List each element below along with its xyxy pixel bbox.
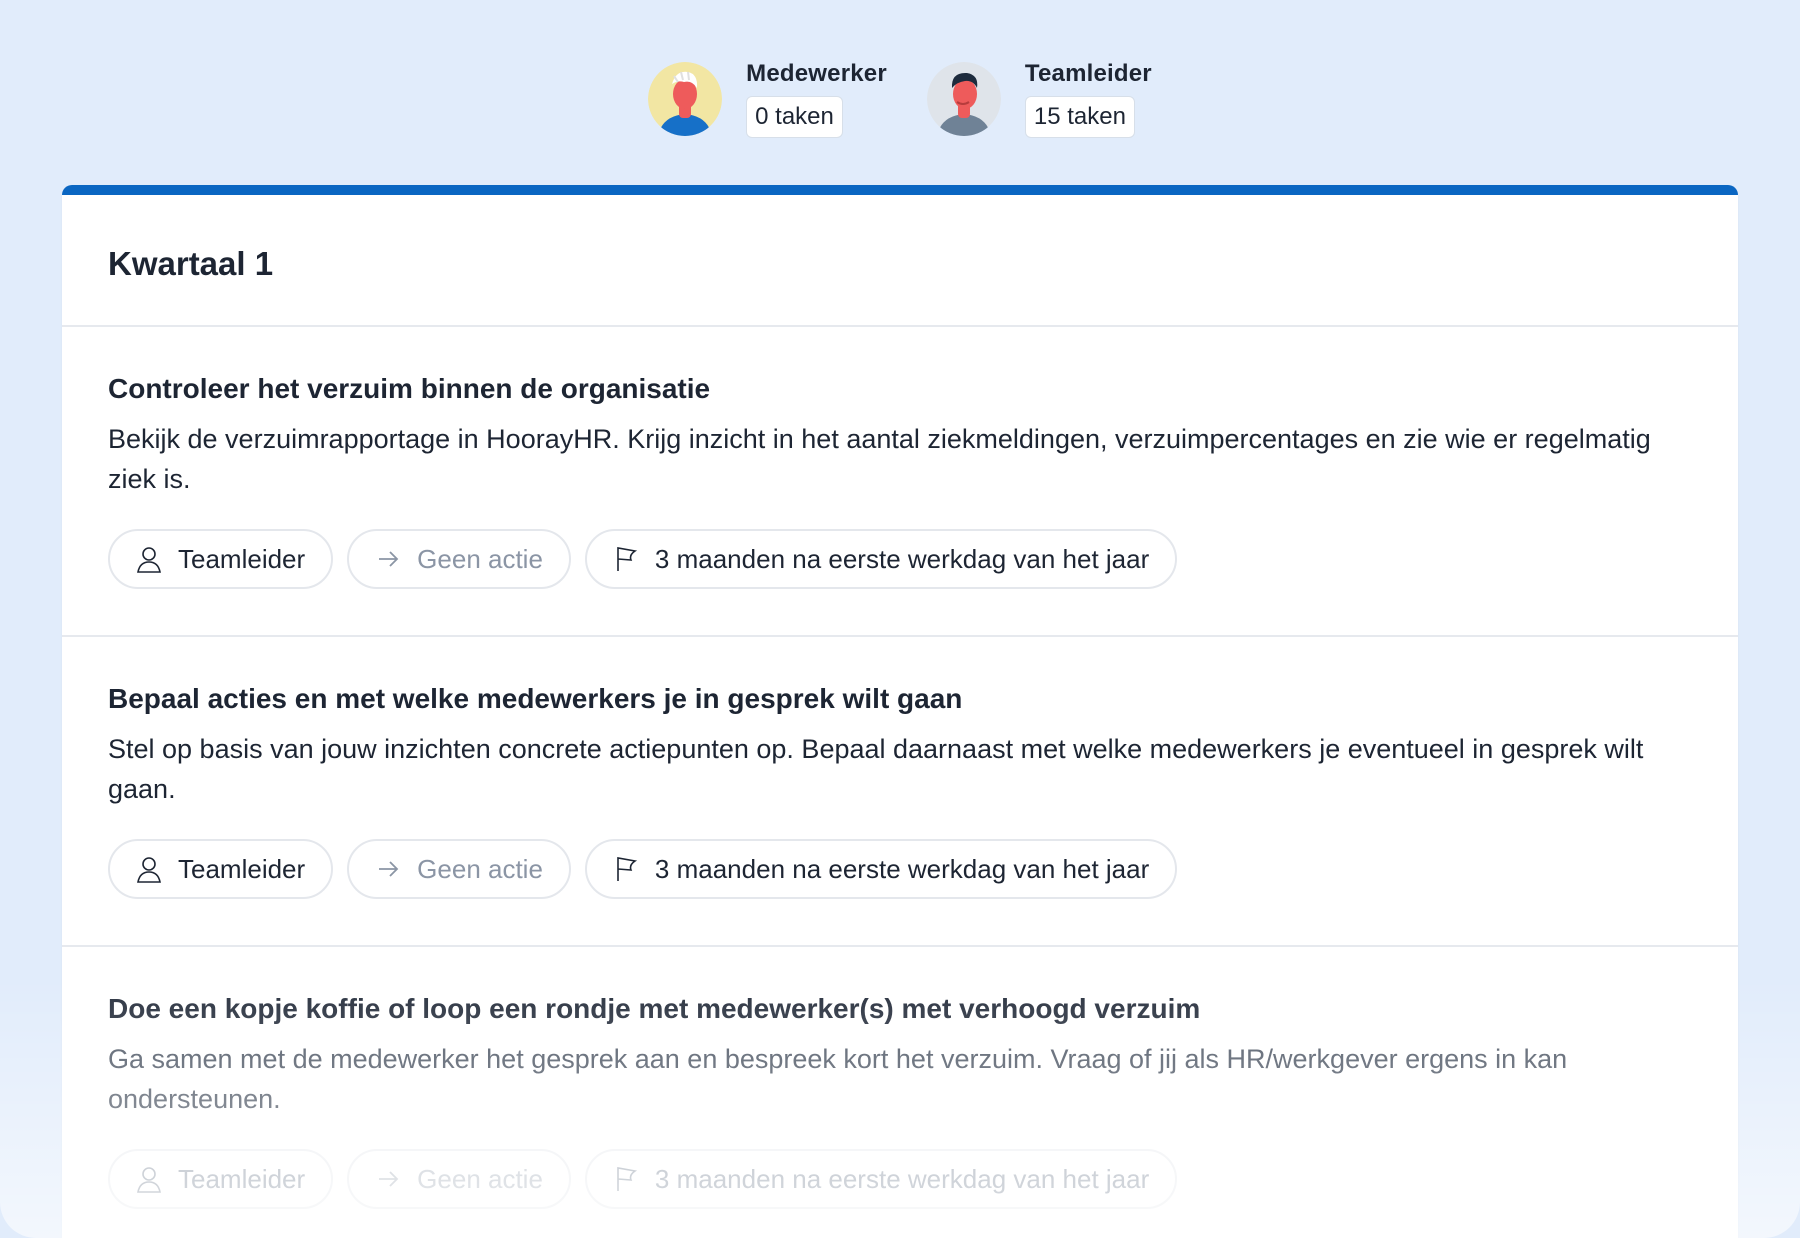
flag-icon	[617, 547, 638, 571]
assignee-chip[interactable]: Teamleider	[108, 529, 334, 589]
action-chip[interactable]: Geen actie	[347, 529, 571, 589]
role-employee-name: Medewerker	[746, 60, 887, 87]
role-teamlead-text: Teamleider 15 taken	[1024, 60, 1152, 138]
role-employee-count: 0 taken	[746, 96, 843, 138]
role-teamlead-count: 15 taken	[1024, 96, 1135, 138]
user-icon	[137, 1167, 161, 1193]
action-label: Geen actie	[417, 1163, 543, 1194]
teamlead-avatar	[926, 62, 1001, 136]
task-title: Doe een kopje koffie of loop een rondje …	[108, 993, 1201, 1024]
arrow-right-icon	[379, 1171, 399, 1187]
task-item[interactable]: Doe een kopje koffie of loop een rondje …	[62, 947, 1738, 1238]
arrow-right-icon	[379, 861, 399, 877]
task-title: Controleer het verzuim binnen de organis…	[108, 373, 711, 404]
assignee-label: Teamleider	[178, 1163, 306, 1194]
task-description: Bekijk de verzuimrapportage in HoorayHR.…	[108, 424, 1651, 494]
task-description: Stel op basis van jouw inzichten concret…	[108, 734, 1644, 804]
role-teamlead-name: Teamleider	[1024, 60, 1152, 87]
page: Medewerker 0 taken Teamleider 15 taken K…	[0, 0, 1800, 1238]
flag-icon	[617, 857, 638, 881]
flag-icon	[617, 1167, 638, 1191]
card-header: Kwartaal 1	[62, 195, 1738, 327]
task-chips: Teamleider Geen actie 3 maanden na eerst…	[108, 1149, 1692, 1209]
arrow-right-icon	[379, 551, 399, 567]
deadline-chip[interactable]: 3 maanden na eerste werkdag van het jaar	[584, 839, 1178, 899]
task-title: Bepaal acties en met welke medewerkers j…	[108, 683, 963, 714]
role-employee[interactable]: Medewerker 0 taken	[648, 60, 887, 138]
card-title: Kwartaal 1	[108, 245, 274, 282]
user-icon	[137, 857, 161, 883]
action-chip[interactable]: Geen actie	[347, 839, 571, 899]
task-chips: Teamleider Geen actie 3 maanden na eerst…	[108, 529, 1692, 589]
deadline-chip[interactable]: 3 maanden na eerste werkdag van het jaar	[584, 1149, 1178, 1209]
task-item[interactable]: Bepaal acties en met welke medewerkers j…	[62, 637, 1738, 947]
assignee-chip[interactable]: Teamleider	[108, 1149, 334, 1209]
deadline-label: 3 maanden na eerste werkdag van het jaar	[654, 853, 1150, 884]
task-chips: Teamleider Geen actie 3 maanden na eerst…	[108, 839, 1692, 899]
assignee-label: Teamleider	[178, 543, 306, 574]
action-chip[interactable]: Geen actie	[347, 1149, 571, 1209]
role-summary: Medewerker 0 taken Teamleider 15 taken	[0, 60, 1800, 138]
user-icon	[137, 547, 161, 573]
assignee-chip[interactable]: Teamleider	[108, 839, 334, 899]
deadline-label: 3 maanden na eerste werkdag van het jaar	[654, 1163, 1150, 1194]
role-employee-text: Medewerker 0 taken	[746, 60, 887, 138]
action-label: Geen actie	[417, 543, 543, 574]
action-label: Geen actie	[417, 853, 543, 884]
task-description: Ga samen met de medewerker het gesprek a…	[108, 1044, 1568, 1114]
role-teamlead[interactable]: Teamleider 15 taken	[926, 60, 1152, 138]
deadline-chip[interactable]: 3 maanden na eerste werkdag van het jaar	[584, 529, 1178, 589]
assignee-label: Teamleider	[178, 853, 306, 884]
quarter-card: Kwartaal 1 Controleer het verzuim binnen…	[62, 185, 1738, 1238]
deadline-label: 3 maanden na eerste werkdag van het jaar	[654, 543, 1150, 574]
employee-avatar	[648, 62, 723, 136]
task-item[interactable]: Controleer het verzuim binnen de organis…	[62, 327, 1738, 637]
